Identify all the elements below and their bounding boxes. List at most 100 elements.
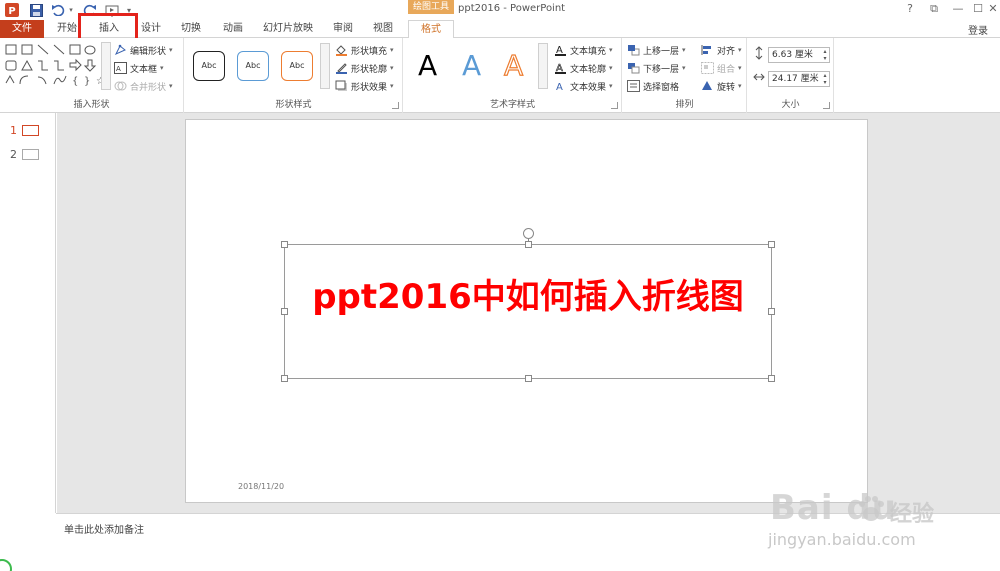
group-insert-shapes: { } ☆ 编辑形状▾ A 文本框▾ 合并形状▾ 插入形状 <box>0 38 184 113</box>
slide-thumbnail[interactable] <box>22 149 39 160</box>
tab-view[interactable]: 视图 <box>366 20 400 38</box>
tab-slideshow[interactable]: 幻灯片放映 <box>258 20 318 38</box>
text-fill-icon: A <box>554 44 567 56</box>
resize-handle[interactable] <box>281 241 288 248</box>
selection-pane-button[interactable]: 选择窗格 <box>627 78 679 94</box>
shape-effects-button[interactable]: 形状效果 ▾ <box>335 78 394 94</box>
shape-fill-button[interactable]: 形状填充 ▾ <box>335 42 394 58</box>
shape-styles-scroll[interactable] <box>320 43 330 89</box>
size-launcher-icon[interactable] <box>823 102 830 109</box>
resize-handle[interactable] <box>281 375 288 382</box>
wordart-style-orange-outline[interactable]: A <box>503 49 523 82</box>
rotate-handle-icon[interactable] <box>523 228 534 239</box>
shape-width-input[interactable]: 24.17 厘米 ▴ ▾ <box>768 71 830 87</box>
slide-thumbnail[interactable] <box>22 125 39 136</box>
shape-outline-button[interactable]: 形状轮廓 ▾ <box>335 60 394 76</box>
edit-shape-button[interactable]: 编辑形状 ▾ <box>114 42 173 58</box>
edit-shape-icon <box>114 44 127 56</box>
powerpoint-logo-icon[interactable]: P <box>4 2 20 18</box>
svg-text:}: } <box>84 76 90 87</box>
text-box-icon: A <box>114 62 127 74</box>
ribbon-tabs: 文件 开始 插入 设计 切换 动画 幻灯片放映 审阅 视图 格式 <box>0 20 1000 39</box>
group-objects-button[interactable]: 组合 ▾ <box>701 60 742 76</box>
text-outline-button[interactable]: A 文本轮廓 ▾ <box>554 60 613 76</box>
slide-editing-area: ppt2016中如何插入折线图 2018/11/20 <box>57 113 1000 513</box>
text-effects-icon: A <box>554 80 567 93</box>
svg-text:{: { <box>72 76 78 87</box>
height-spinner-icon[interactable]: ▴ ▾ <box>821 48 829 62</box>
send-backward-button[interactable]: 下移一层 ▾ <box>627 60 686 76</box>
align-button[interactable]: 对齐 ▾ <box>701 42 742 58</box>
close-icon[interactable]: ✕ <box>986 1 1000 17</box>
wordart-styles-launcher-icon[interactable] <box>611 102 618 109</box>
resize-handle[interactable] <box>768 241 775 248</box>
shape-height-icon <box>753 46 765 60</box>
undo-dropdown-icon[interactable]: ▾ <box>67 2 75 18</box>
sign-in-link[interactable]: 登录 <box>968 22 988 37</box>
title-bar: P ▾ ▾ 绘图工具 ppt2016 - PowerPoint ? ⧉ — ☐ … <box>0 0 1000 20</box>
shape-style-orange[interactable]: Abc <box>281 51 313 81</box>
insert-shapes-label: 插入形状 <box>73 100 110 110</box>
resize-handle[interactable] <box>768 375 775 382</box>
tab-file[interactable]: 文件 <box>0 20 44 38</box>
thumb-number: 1 <box>10 124 17 137</box>
wordart-style-black[interactable]: A <box>418 50 437 82</box>
shapes-gallery-scroll[interactable] <box>101 42 111 90</box>
save-icon[interactable] <box>28 2 44 18</box>
baidu-watermark: Bai du 经验 jingyan.baidu.com <box>760 488 990 568</box>
undo-icon[interactable] <box>50 2 66 18</box>
bring-forward-button[interactable]: 上移一层 ▾ <box>627 42 686 58</box>
shape-style-dark[interactable]: Abc <box>193 51 225 81</box>
shape-effects-icon <box>335 80 348 92</box>
drawing-tools-context-label: 绘图工具 <box>408 0 454 14</box>
paw-icon <box>859 496 884 521</box>
resize-handle[interactable] <box>525 375 532 382</box>
text-outline-icon: A <box>554 62 567 74</box>
svg-text:A: A <box>556 82 563 92</box>
text-fill-button[interactable]: A 文本填充 ▾ <box>554 42 613 58</box>
group-size: 6.63 厘米 ▴ ▾ 24.17 厘米 ▴ ▾ 大小 <box>748 38 834 113</box>
arrange-label: 排列 <box>675 100 694 110</box>
selection-pane-icon <box>627 80 640 92</box>
resize-handle[interactable] <box>768 308 775 315</box>
tab-design[interactable]: 设计 <box>136 20 166 38</box>
slide-title[interactable]: ppt2016中如何插入折线图 <box>285 269 771 318</box>
minimize-icon[interactable]: — <box>948 1 968 17</box>
shape-height-input[interactable]: 6.63 厘米 ▴ ▾ <box>768 47 830 63</box>
merge-shapes-icon <box>114 80 127 92</box>
slide-canvas[interactable]: ppt2016中如何插入折线图 2018/11/20 <box>185 119 868 503</box>
document-title: ppt2016 - PowerPoint <box>458 3 566 14</box>
text-effects-button[interactable]: A 文本效果 ▾ <box>554 78 613 94</box>
wordart-styles-scroll[interactable] <box>538 43 548 89</box>
tab-format[interactable]: 格式 <box>408 20 454 39</box>
shape-style-blue[interactable]: Abc <box>237 51 269 81</box>
resize-handle[interactable] <box>281 308 288 315</box>
svg-text:A: A <box>116 65 121 73</box>
slide-thumbnail-pane: 1 2 <box>0 113 56 513</box>
tab-animations[interactable]: 动画 <box>216 20 250 38</box>
tab-transitions[interactable]: 切换 <box>176 20 206 38</box>
paint-bucket-icon <box>335 44 348 56</box>
wordart-styles-label: 艺术字样式 <box>489 100 535 110</box>
resize-handle[interactable] <box>525 241 532 248</box>
align-icon <box>701 44 714 56</box>
group-shape-styles: Abc Abc Abc 形状填充 ▾ 形状轮廓 ▾ 形状效果 ▾ 形状样式 <box>185 38 403 113</box>
title-text-box[interactable]: ppt2016中如何插入折线图 <box>281 241 775 382</box>
rotate-button[interactable]: 旋转 ▾ <box>701 78 742 94</box>
notes-placeholder[interactable]: 单击此处添加备注 <box>64 521 144 536</box>
slide-date: 2018/11/20 <box>238 482 285 491</box>
watermark-cn: 经验 <box>890 502 935 527</box>
tab-review[interactable]: 审阅 <box>326 20 360 38</box>
wordart-style-blue[interactable]: A <box>462 50 481 82</box>
help-icon[interactable]: ? <box>900 1 920 17</box>
shape-styles-launcher-icon[interactable] <box>392 102 399 109</box>
ribbon-display-options-icon[interactable]: ⧉ <box>924 1 944 17</box>
merge-shapes-button[interactable]: 合并形状 ▾ <box>114 78 173 94</box>
group-objects-icon <box>701 62 714 74</box>
maximize-icon[interactable]: ☐ <box>968 1 988 17</box>
width-spinner-icon[interactable]: ▴ ▾ <box>821 72 829 86</box>
text-box-button[interactable]: A 文本框 ▾ <box>114 60 164 76</box>
group-arrange: 上移一层 ▾ 下移一层 ▾ 选择窗格 对齐 ▾ 组合 ▾ 旋转 ▾ 排列 <box>623 38 747 113</box>
group-wordart-styles: A A A A 文本填充 ▾ A 文本轮廓 ▾ A 文本效果 ▾ 艺术字样式 <box>404 38 622 113</box>
watermark-url: jingyan.baidu.com <box>768 530 916 549</box>
